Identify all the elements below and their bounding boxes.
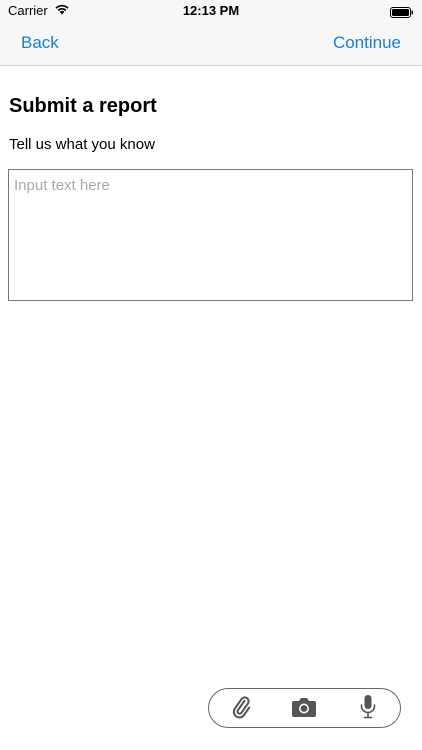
camera-button[interactable] [289,693,319,723]
back-button[interactable]: Back [21,33,59,53]
subtitle-label: Tell us what you know [9,136,155,153]
screen: Carrier 12:13 PM Back Continue Submit a … [0,0,422,750]
report-text-input[interactable] [8,169,413,301]
navigation-bar: Back Continue [0,22,422,66]
camera-icon [291,696,317,721]
battery-icon [390,5,414,18]
microphone-button[interactable] [353,693,383,723]
paperclip-icon [229,695,253,722]
status-bar: Carrier 12:13 PM [0,0,422,22]
attachment-toolbar [208,688,401,728]
continue-button[interactable]: Continue [333,33,401,53]
attach-button[interactable] [226,693,256,723]
status-time: 12:13 PM [182,3,240,18]
page-title: Submit a report [9,95,157,117]
microphone-icon [359,694,377,723]
